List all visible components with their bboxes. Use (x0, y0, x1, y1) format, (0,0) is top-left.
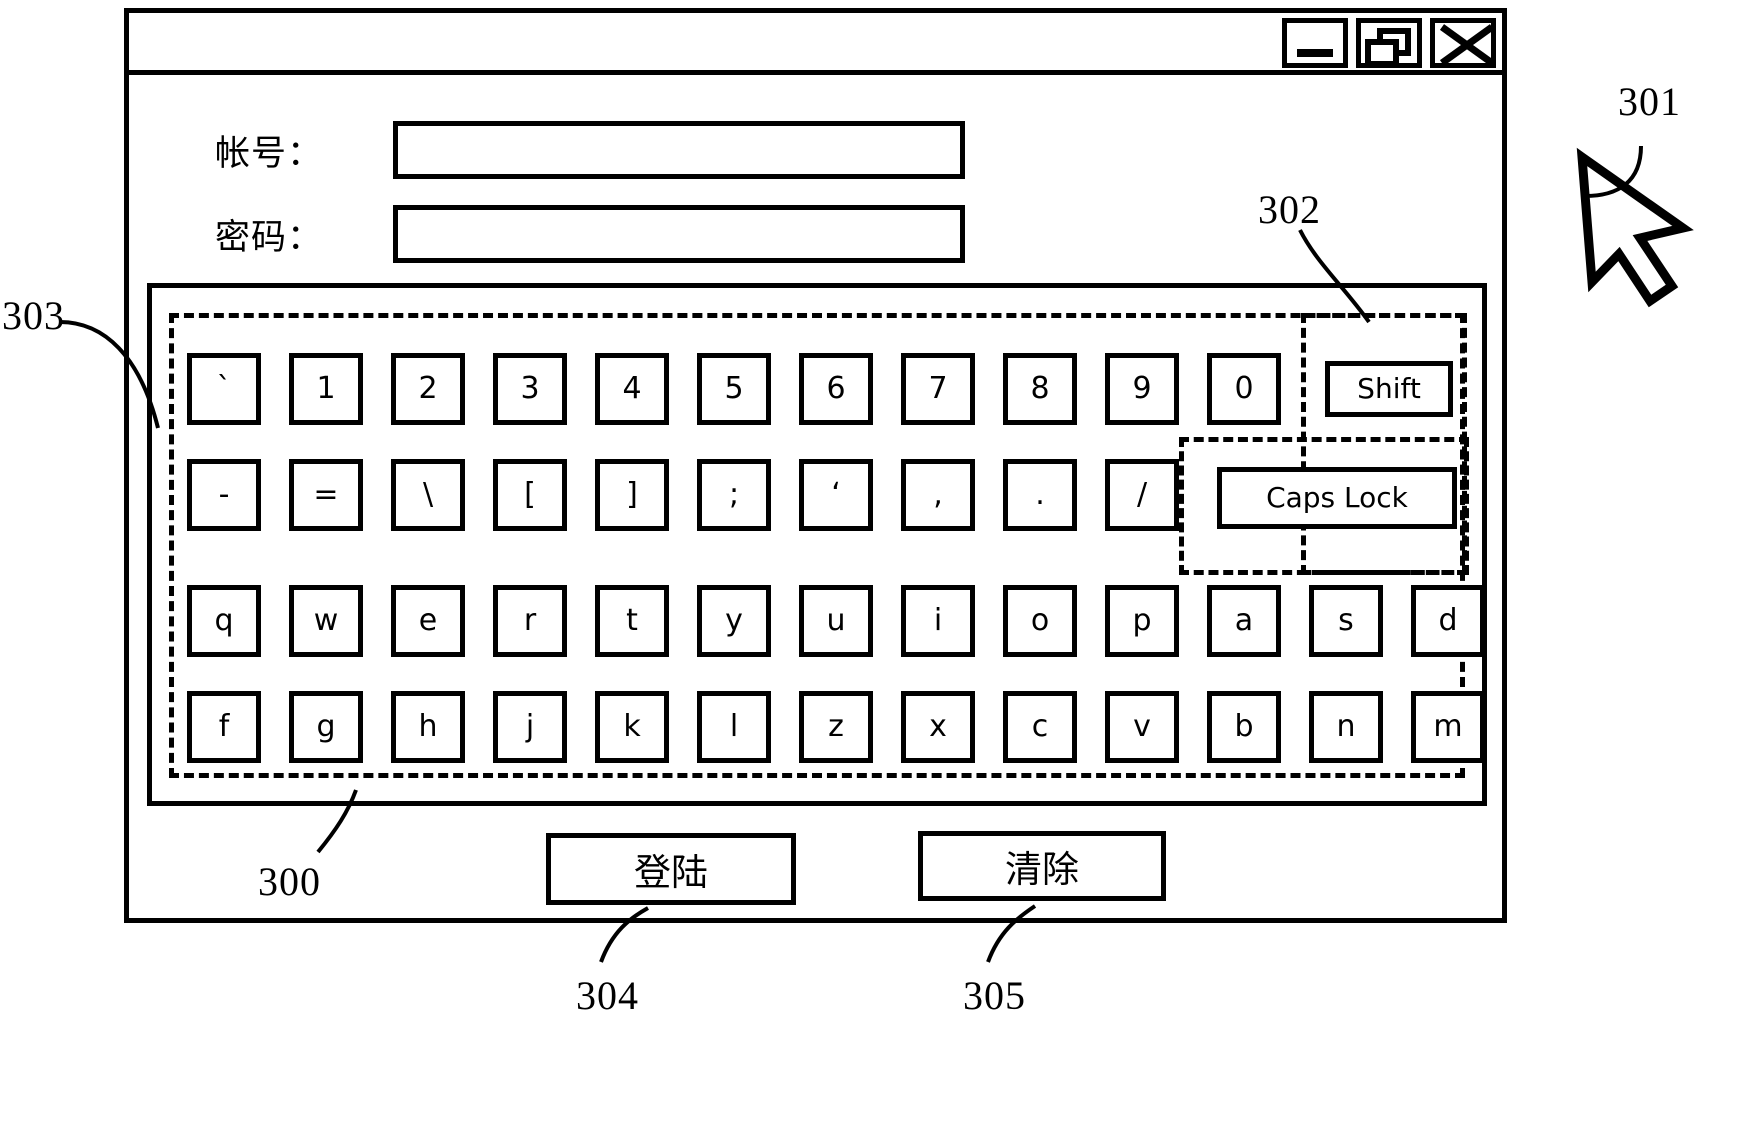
key-o[interactable]: o (1003, 585, 1077, 657)
key-l[interactable]: l (697, 691, 771, 763)
key-m[interactable]: m (1411, 691, 1485, 763)
figure-canvas: 帐号： 密码： ` 1 2 3 4 5 6 7 8 9 0 - = \ []; ‘,. / q w e r t y u i o p a… (0, 0, 1761, 1135)
key-n[interactable]: n (1309, 691, 1383, 763)
key-b[interactable]: b (1207, 691, 1281, 763)
close-button[interactable] (1430, 18, 1496, 68)
clear-button[interactable]: 清除 (918, 831, 1166, 901)
login-window: 帐号： 密码： ` 1 2 3 4 5 6 7 8 9 0 - = \ []; ‘,. / q w e r t y u i o p a… (124, 8, 1507, 923)
key-d[interactable]: d (1411, 585, 1485, 657)
ref-301: 301 (1618, 79, 1681, 124)
ref-300: 300 (258, 859, 321, 904)
key-5[interactable]: 5 (697, 353, 771, 425)
key-y[interactable]: y (697, 585, 771, 657)
window-titlebar (129, 13, 1502, 75)
window-controls (1282, 17, 1496, 69)
minimize-icon (1297, 49, 1333, 57)
key-4[interactable]: 4 (595, 353, 669, 425)
key-[[interactable]: [ (493, 459, 567, 531)
key-=[interactable]: = (289, 459, 363, 531)
key-c[interactable]: c (1003, 691, 1077, 763)
key-7[interactable]: 7 (901, 353, 975, 425)
ref-305: 305 (963, 973, 1026, 1018)
account-label: 帐号： (215, 133, 324, 174)
key-8[interactable]: 8 (1003, 353, 1077, 425)
password-input[interactable] (393, 205, 965, 263)
restore-icon-front (1365, 39, 1399, 67)
key-x[interactable]: x (901, 691, 975, 763)
key-`[interactable]: ` (187, 353, 261, 425)
key-;[interactable]: ; (697, 459, 771, 531)
key-z[interactable]: z (799, 691, 873, 763)
key-.[interactable]: . (1003, 459, 1077, 531)
key--[interactable]: - (187, 459, 261, 531)
key-e[interactable]: e (391, 585, 465, 657)
key-2[interactable]: 2 (391, 353, 465, 425)
key-s[interactable]: s (1309, 585, 1383, 657)
key-0[interactable]: 0 (1207, 353, 1281, 425)
key-g[interactable]: g (289, 691, 363, 763)
key-\[interactable]: \ (391, 459, 465, 531)
key-9[interactable]: 9 (1105, 353, 1179, 425)
key-j[interactable]: j (493, 691, 567, 763)
key-6[interactable]: 6 (799, 353, 873, 425)
leader-301 (1584, 145, 1643, 198)
restore-button[interactable] (1356, 18, 1422, 68)
minimize-button[interactable] (1282, 18, 1348, 68)
key-p[interactable]: p (1105, 585, 1179, 657)
password-label: 密码： (215, 217, 324, 258)
ref-302: 302 (1258, 187, 1321, 232)
key-/[interactable]: / (1105, 459, 1179, 531)
key-][interactable]: ] (595, 459, 669, 531)
key-v[interactable]: v (1105, 691, 1179, 763)
password-field-row: 密码： (215, 205, 965, 263)
key-‘[interactable]: ‘ (799, 459, 873, 531)
key-,[interactable]: , (901, 459, 975, 531)
ref-304: 304 (576, 973, 639, 1018)
key-caps-lock[interactable]: Caps Lock (1217, 467, 1457, 529)
key-a[interactable]: a (1207, 585, 1281, 657)
key-shift[interactable]: Shift (1325, 361, 1453, 417)
key-q[interactable]: q (187, 585, 261, 657)
close-icon (1439, 24, 1495, 66)
key-k[interactable]: k (595, 691, 669, 763)
account-input[interactable] (393, 121, 965, 179)
account-field-row: 帐号： (215, 121, 965, 179)
key-r[interactable]: r (493, 585, 567, 657)
key-w[interactable]: w (289, 585, 363, 657)
key-i[interactable]: i (901, 585, 975, 657)
key-3[interactable]: 3 (493, 353, 567, 425)
key-u[interactable]: u (799, 585, 873, 657)
mouse-pointer-icon (1576, 147, 1694, 308)
key-f[interactable]: f (187, 691, 261, 763)
login-button[interactable]: 登陆 (546, 833, 796, 905)
key-t[interactable]: t (595, 585, 669, 657)
ref-303: 303 (2, 293, 65, 338)
key-h[interactable]: h (391, 691, 465, 763)
key-1[interactable]: 1 (289, 353, 363, 425)
